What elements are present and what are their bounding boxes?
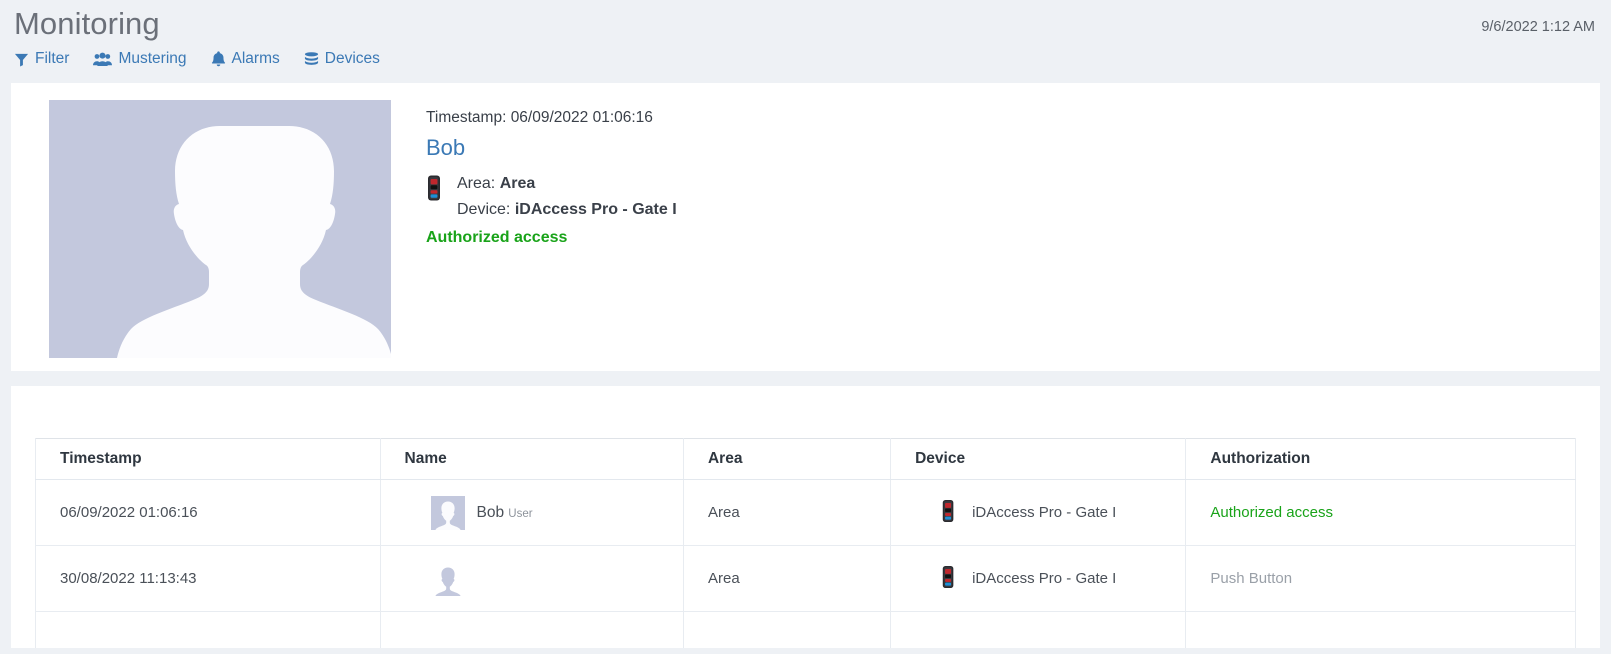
nav-label-alarms: Alarms <box>231 50 280 68</box>
cell-area: Area <box>683 545 892 612</box>
cell-timestamp: 06/09/2022 01:06:16 <box>35 479 381 546</box>
cell-device-text: iDAccess Pro - Gate I <box>972 570 1117 587</box>
detail-timestamp: Timestamp: 06/09/2022 01:06:16 <box>426 109 653 126</box>
table-row[interactable]: 30/08/2022 11:13:43 Area iDAccess Pro - … <box>35 545 1576 612</box>
page-title: Monitoring <box>14 6 160 41</box>
nav-label-devices: Devices <box>324 50 380 68</box>
detail-authorization-status: Authorized access <box>426 228 568 246</box>
cell-device: iDAccess Pro - Gate I <box>890 479 1187 546</box>
events-table-card: Timestamp Name Area Device Authorization… <box>11 386 1600 648</box>
detail-device-block: Area: Area Device: iDAccess Pro - Gate I <box>426 171 677 223</box>
cell-name <box>380 545 684 612</box>
cell-device-text: iDAccess Pro - Gate I <box>972 504 1117 521</box>
column-header-device[interactable]: Device <box>890 438 1187 480</box>
avatar <box>430 561 465 596</box>
cell-name <box>380 611 684 648</box>
status-badge: Push Button <box>1210 570 1293 587</box>
cell-authorization: Push Button <box>1185 545 1576 612</box>
detail-area-line: Area: Area <box>457 171 677 197</box>
access-terminal-icon <box>941 499 956 527</box>
status-badge: Authorized access <box>1210 504 1333 521</box>
access-terminal-icon <box>941 565 956 593</box>
access-terminal-icon <box>426 175 443 206</box>
detail-area-value: Area <box>499 174 536 192</box>
page-header: Monitoring 9/6/2022 1:12 AM Filter Muste… <box>0 0 1611 83</box>
table-row[interactable] <box>35 611 1576 648</box>
cell-name-text: Bob <box>476 503 505 521</box>
user-silhouette-avatar <box>49 100 391 358</box>
nav-label-mustering: Mustering <box>118 50 187 68</box>
nav-item-filter[interactable]: Filter <box>14 51 69 67</box>
nav-label-filter: Filter <box>35 50 70 68</box>
table-row[interactable]: 06/09/2022 01:06:16 Bob User Area iDAcce… <box>35 479 1576 546</box>
card-spacer <box>0 371 1611 386</box>
cell-timestamp <box>35 611 381 648</box>
cell-device <box>890 611 1187 648</box>
cell-area <box>683 611 892 648</box>
header-clock: 9/6/2022 1:12 AM <box>1481 19 1595 35</box>
column-header-area[interactable]: Area <box>683 438 892 480</box>
cell-area: Area <box>683 479 892 546</box>
detail-device-line: Device: iDAccess Pro - Gate I <box>457 197 677 223</box>
table-header-row: Timestamp Name Area Device Authorization <box>35 438 1576 480</box>
filter-icon <box>14 52 29 67</box>
event-detail-card: Timestamp: 06/09/2022 01:06:16 Bob Area:… <box>11 83 1600 371</box>
toolbar-nav: Filter Mustering Alarms Devices <box>14 51 1593 67</box>
event-detail-info: Timestamp: 06/09/2022 01:06:16 Bob Area:… <box>391 100 677 371</box>
column-header-timestamp[interactable]: Timestamp <box>35 438 381 480</box>
cell-authorization <box>1185 611 1576 648</box>
nav-item-devices[interactable]: Devices <box>304 51 380 67</box>
nav-item-alarms[interactable]: Alarms <box>211 51 280 67</box>
users-icon <box>93 52 113 67</box>
column-header-name[interactable]: Name <box>380 438 684 480</box>
database-icon <box>304 51 319 67</box>
detail-person-name[interactable]: Bob <box>426 135 465 161</box>
bell-icon <box>211 51 226 67</box>
detail-device-value: iDAccess Pro - Gate I <box>514 200 677 218</box>
cell-name: Bob User <box>380 479 684 546</box>
avatar <box>430 495 465 530</box>
cell-authorization: Authorized access <box>1185 479 1576 546</box>
cell-name-subtitle: User <box>508 507 533 520</box>
cell-timestamp: 30/08/2022 11:13:43 <box>35 545 381 612</box>
detail-device-label: Device: <box>457 200 511 218</box>
cell-device: iDAccess Pro - Gate I <box>890 545 1187 612</box>
nav-item-mustering[interactable]: Mustering <box>93 50 187 68</box>
column-header-authorization[interactable]: Authorization <box>1185 438 1576 480</box>
events-table: Timestamp Name Area Device Authorization… <box>35 438 1576 648</box>
detail-area-label: Area: <box>457 174 496 192</box>
